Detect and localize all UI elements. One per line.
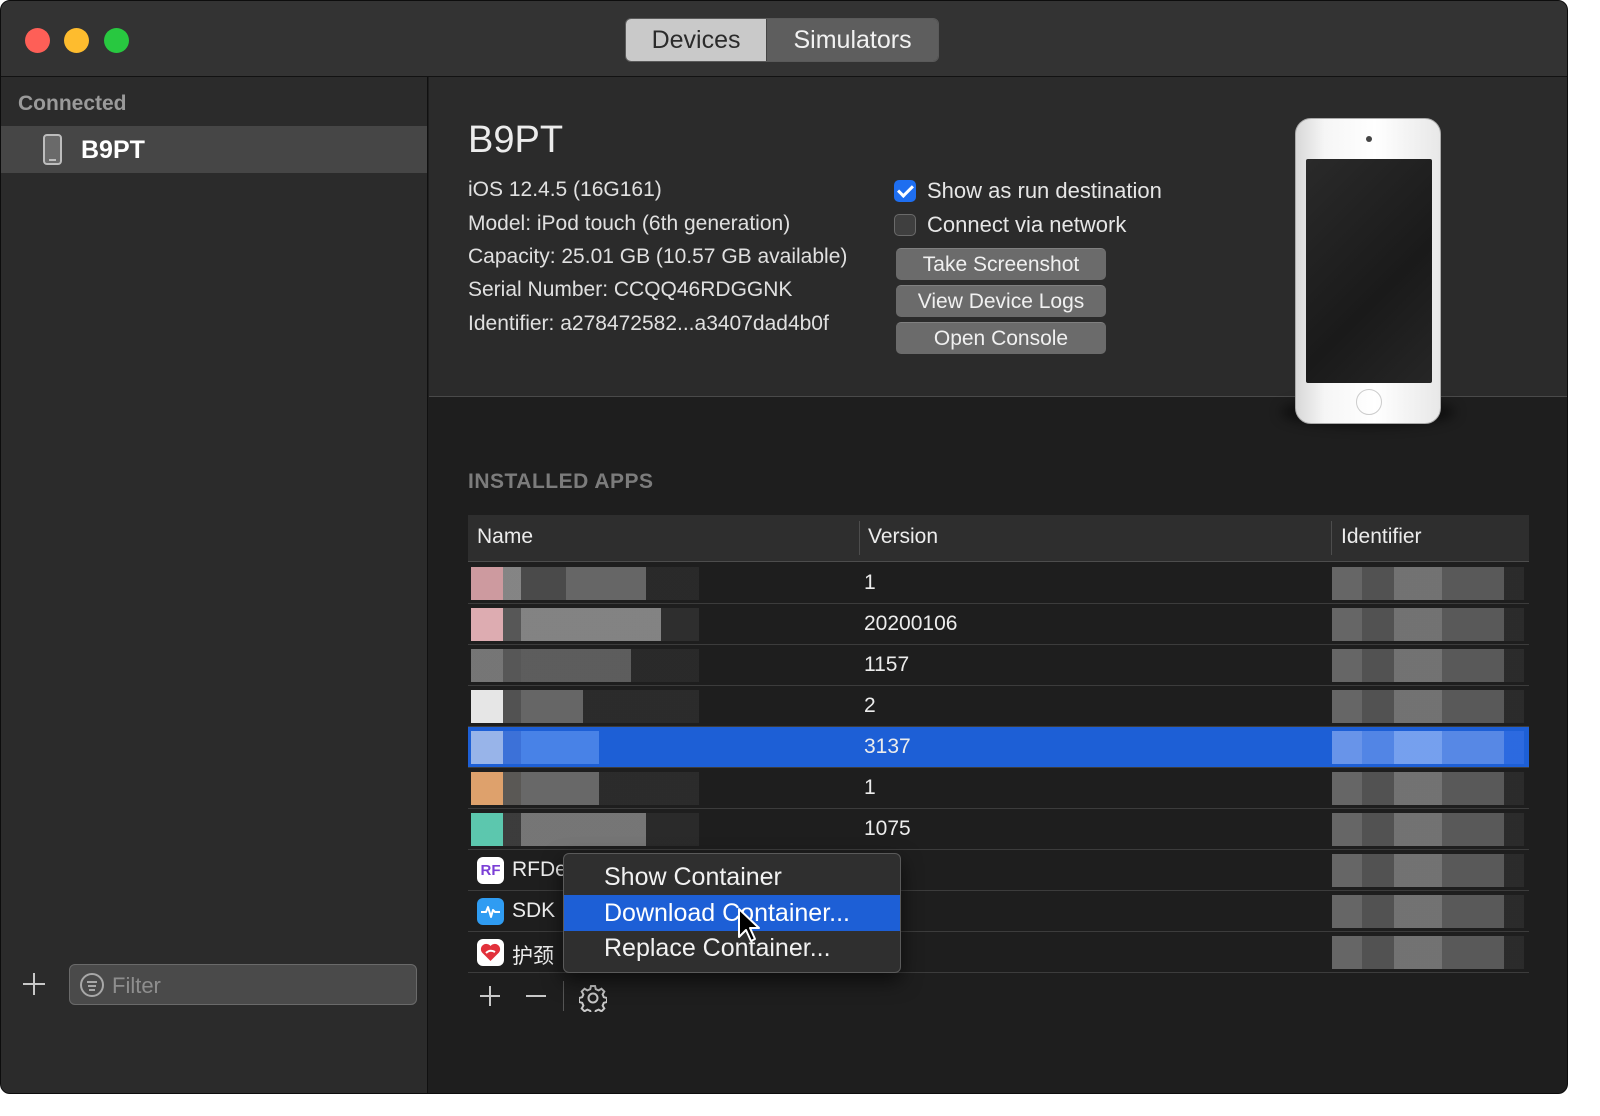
redacted-identifier (1332, 895, 1524, 928)
app-name: SDK (512, 899, 556, 922)
open-console-button[interactable]: Open Console (896, 322, 1106, 354)
filter-input[interactable]: Filter (69, 964, 417, 1005)
redacted-identifier (1332, 690, 1524, 723)
redacted-identifier (1332, 772, 1524, 805)
redacted-identifier (1332, 936, 1524, 969)
menu-item-replace-container[interactable]: Replace Container... (564, 930, 900, 966)
app-version: 3137 (864, 735, 911, 758)
table-row-selected[interactable]: 3137 (468, 727, 1529, 768)
close-window-button[interactable] (25, 28, 50, 53)
column-header-name[interactable]: Name (477, 525, 533, 549)
filter-placeholder: Filter (112, 973, 161, 998)
redacted-name (471, 731, 699, 764)
app-version: 1157 (864, 653, 910, 676)
redacted-identifier (1332, 567, 1524, 600)
menu-item-show-container[interactable]: Show Container (564, 859, 900, 895)
app-name: RFDe (512, 858, 567, 881)
redacted-name (471, 608, 699, 641)
sidebar-item-device[interactable]: B9PT (1, 126, 427, 173)
table-row[interactable]: 20200106 (468, 604, 1529, 645)
app-version: 1 (864, 571, 876, 594)
redacted-name (471, 567, 699, 600)
title-bar: Devices Simulators (1, 1, 1567, 77)
mouse-pointer-icon (737, 907, 761, 945)
activity-pulse-icon (477, 898, 504, 925)
add-app-button[interactable] (479, 985, 501, 1007)
device-model: Model: iPod touch (6th generation) (468, 212, 791, 235)
installed-apps-heading: INSTALLED APPS (468, 470, 654, 493)
add-device-button[interactable] (21, 971, 47, 997)
gear-icon[interactable] (577, 984, 608, 1015)
take-screenshot-button[interactable]: Take Screenshot (896, 248, 1106, 280)
app-name: 护颈 (512, 945, 554, 968)
app-version: 2 (864, 694, 876, 717)
heart-app-icon (477, 939, 504, 966)
table-row[interactable]: 1157 (468, 645, 1529, 686)
tab-simulators[interactable]: Simulators (766, 19, 938, 61)
app-version: 1 (864, 776, 876, 799)
redacted-name (471, 813, 699, 846)
redacted-identifier (1332, 731, 1524, 764)
os-version: iOS 12.4.5 (16G161) (468, 178, 662, 201)
redacted-identifier (1332, 649, 1524, 682)
remove-app-button[interactable] (525, 985, 547, 1007)
connect-via-network-label: Connect via network (927, 212, 1127, 237)
context-menu: Show Container Download Container... Rep… (563, 853, 901, 973)
devices-window: Devices Simulators Connected B9PT Filter… (0, 0, 1568, 1094)
redacted-name (471, 772, 699, 805)
app-version: 1075 (864, 817, 911, 840)
ipod-icon (43, 134, 62, 165)
show-as-run-destination-checkbox[interactable] (894, 180, 916, 202)
redacted-identifier (1332, 813, 1524, 846)
sidebar-item-label: B9PT (81, 136, 145, 164)
show-as-run-destination-label: Show as run destination (927, 178, 1162, 203)
devices-simulators-switch: Devices Simulators (625, 18, 939, 62)
device-title: B9PT (468, 119, 564, 161)
redacted-name (471, 690, 699, 723)
zoom-window-button[interactable] (104, 28, 129, 53)
device-sidebar: Connected B9PT (1, 77, 428, 1093)
sidebar-section-connected: Connected (18, 92, 127, 115)
table-row[interactable]: 1075 (468, 809, 1529, 850)
view-device-logs-button[interactable]: View Device Logs (896, 285, 1106, 317)
toolbar-divider (563, 981, 564, 1011)
redacted-identifier (1332, 854, 1524, 887)
rf-app-icon: RF (477, 857, 504, 884)
minimize-window-button[interactable] (64, 28, 89, 53)
device-image (1281, 118, 1455, 426)
filter-icon (80, 973, 104, 997)
menu-item-download-container[interactable]: Download Container... (564, 895, 900, 931)
connect-via-network-checkbox[interactable] (894, 214, 916, 236)
app-version: 20200106 (864, 612, 958, 635)
table-header: Name Version Identifier (468, 515, 1529, 562)
table-row[interactable]: 1 (468, 563, 1529, 604)
column-header-version[interactable]: Version (868, 525, 938, 549)
tab-devices[interactable]: Devices (626, 19, 767, 61)
redacted-name (471, 649, 699, 682)
redacted-identifier (1332, 608, 1524, 641)
serial-number: Serial Number: CCQQ46RDGGNK (468, 278, 793, 301)
device-identifier: Identifier: a278472582...a3407dad4b0f (468, 312, 829, 335)
column-header-identifier[interactable]: Identifier (1341, 525, 1422, 549)
table-row[interactable]: 1 (468, 768, 1529, 809)
table-row[interactable]: 2 (468, 686, 1529, 727)
device-capacity: Capacity: 25.01 GB (10.57 GB available) (468, 245, 848, 268)
